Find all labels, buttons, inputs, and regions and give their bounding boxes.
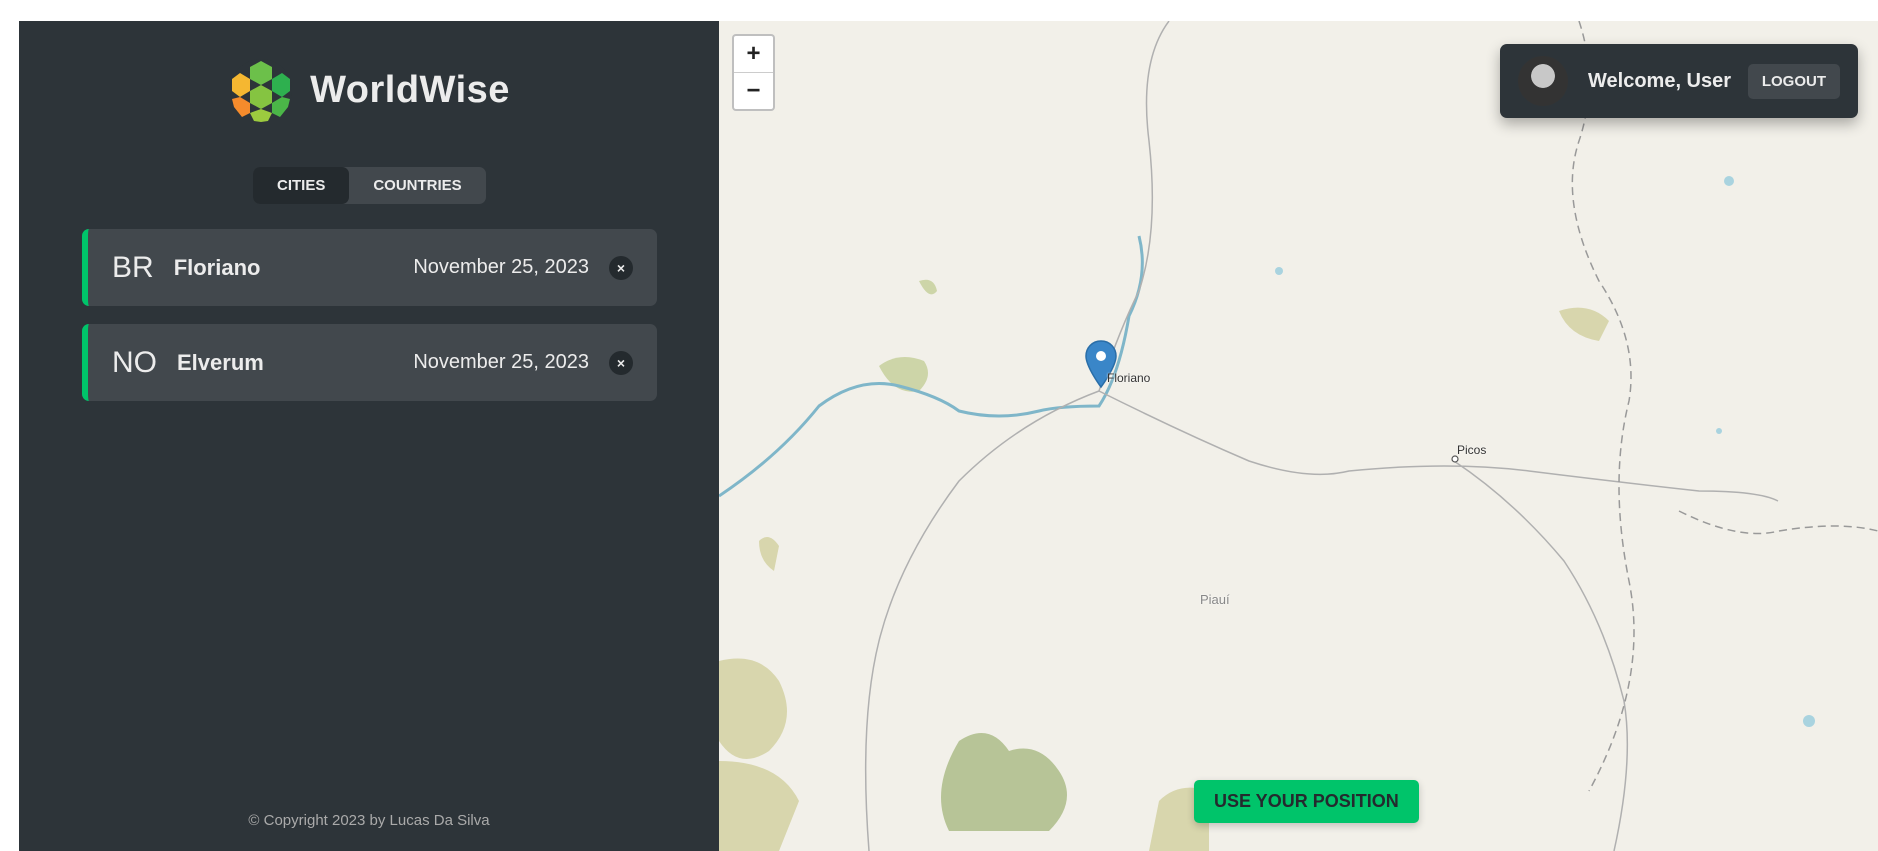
map-label-picos: Picos — [1457, 443, 1487, 457]
city-date: November 25, 2023 — [413, 256, 589, 278]
logout-button[interactable]: LOGOUT — [1747, 63, 1840, 99]
delete-city-button[interactable]: × — [609, 350, 633, 375]
copyright: © Copyright 2023 by Lucas Da Silva — [248, 812, 490, 829]
use-position-button[interactable]: USE YOUR POSITION — [1194, 780, 1419, 823]
avatar — [1518, 56, 1568, 106]
zoom-in-button[interactable]: + — [734, 36, 773, 73]
city-item-floriano[interactable]: BR Floriano November 25, 2023 × — [82, 229, 657, 306]
globe-logo-icon — [230, 59, 293, 122]
city-list: BR Floriano November 25, 2023 × NO Elver… — [82, 229, 657, 419]
city-item-elverum[interactable]: NO Elverum November 25, 2023 × — [82, 324, 657, 401]
tab-countries[interactable]: COUNTRIES — [349, 167, 485, 204]
logo[interactable]: WorldWise — [19, 57, 719, 123]
city-date: November 25, 2023 — [413, 351, 589, 373]
brand-name: WorldWise — [310, 68, 510, 111]
tab-switcher: CITIES COUNTRIES — [253, 167, 486, 204]
map-label-floriano: Floriano — [1107, 371, 1151, 385]
user-panel: Welcome, User LOGOUT — [1500, 44, 1858, 118]
map-label-state: Piauí — [1200, 592, 1230, 607]
welcome-text: Welcome, User — [1588, 69, 1732, 92]
sidebar: WorldWise CITIES COUNTRIES BR Floriano N… — [19, 21, 719, 851]
app: WorldWise CITIES COUNTRIES BR Floriano N… — [19, 21, 1878, 851]
zoom-control: + − — [732, 34, 775, 111]
zoom-out-button[interactable]: − — [734, 73, 773, 109]
country-code: NO — [112, 345, 157, 379]
tab-cities[interactable]: CITIES — [253, 167, 350, 204]
country-code: BR — [112, 250, 154, 284]
map[interactable]: + − Floriano Picos Piauí Welcome, User L… — [719, 21, 1878, 851]
city-name: Floriano — [173, 254, 261, 280]
city-name: Elverum — [177, 349, 264, 375]
map-tiles — [719, 21, 1878, 851]
delete-city-button[interactable]: × — [609, 255, 633, 280]
